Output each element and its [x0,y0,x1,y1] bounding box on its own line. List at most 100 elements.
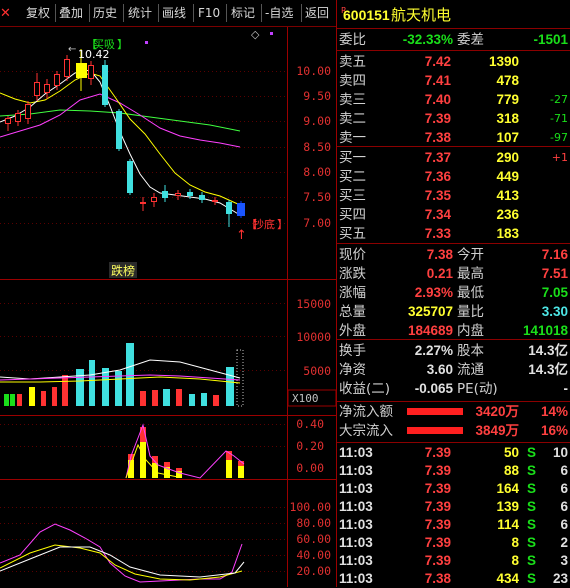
stats-value: -0.065 [414,381,453,396]
toolbar-divider [123,4,124,22]
tick-side: S [527,571,537,586]
stats-label: 股本 [457,343,484,359]
price-axis-label: 8.50 [303,140,331,154]
back-button[interactable]: 返回 [305,4,329,22]
order-book-row[interactable]: 买四 7.34 236 [337,206,570,224]
watchlist-button[interactable]: -自选 [265,4,293,22]
tick-count: 6 [560,499,568,514]
tick-side: S [527,463,537,478]
order-volume: 236 [496,207,519,222]
dip-buy-tag: ↑ 【 抄底 】 [236,217,288,243]
kline-chart[interactable]: 10.00 9.50 9.00 8.50 8.00 7.50 7.00 1500… [0,27,336,587]
tick-row[interactable]: 11:03 7.39 164 S 6 [337,480,570,498]
divider [337,28,570,29]
tick-volume: 139 [496,499,519,514]
close-icon[interactable]: ✕ [0,6,11,21]
kdj-k-line [0,523,243,583]
tick-side: S [527,517,537,532]
flow-row: 大宗流入 3849万 16% [337,422,570,440]
tick-row[interactable]: 11:03 7.39 139 S 6 [337,498,570,516]
tick-volume: 434 [496,571,519,586]
quote-label: 量比 [457,304,484,320]
order-book-row[interactable]: 卖二 7.39 318 -71 [337,110,570,128]
order-book-row[interactable]: 卖四 7.41 478 [337,72,570,90]
stock-header: R 600151 航天机电 [337,4,570,26]
history-button[interactable]: 历史 [93,4,117,22]
stats-value: - [563,381,569,396]
indicator-axis-label: 0.20 [296,439,324,453]
tick-row[interactable]: 11:03 7.39 50 S 10 [337,444,570,462]
marker-dot [145,41,148,44]
toolbar-divider [89,4,90,22]
order-book-row[interactable]: 买一 7.37 290 +1 [337,149,570,167]
diamond-icon[interactable]: ◇ [251,28,260,41]
overlay-button[interactable]: 叠加 [59,4,83,22]
tick-count: 23 [552,571,568,586]
stock-code: 600151 [343,7,390,23]
order-change: +1 [551,151,568,164]
tick-row[interactable]: 11:03 7.38 434 S 23 [337,570,570,588]
tick-row[interactable]: 11:03 7.39 8 S 2 [337,534,570,552]
stats-value: 2.27% [414,343,453,358]
quote-value: 2.93% [414,285,453,300]
volume-bars [4,343,244,407]
price-axis-label: 8.00 [303,165,331,179]
order-level-label: 卖二 [339,111,366,127]
volume-axis-label: 15000 [296,297,331,311]
order-volume: 183 [496,226,519,241]
tick-row[interactable]: 11:03 7.39 8 S 3 [337,552,570,570]
fuquan-button[interactable]: 复权 [26,4,50,22]
quote-value: 184689 [407,323,453,338]
order-level-label: 买五 [339,226,366,242]
statistics-button[interactable]: 统计 [128,4,152,22]
quote-value: 0.21 [426,266,453,281]
flow-label: 大宗流入 [339,423,393,439]
tick-side: S [527,445,537,460]
stats-label: 净资 [339,362,366,378]
buy-signal-tag: 【 买吸 】 [86,38,128,51]
order-change: -27 [550,93,568,106]
quote-value: 7.38 [426,247,453,262]
tick-count: 6 [560,481,568,496]
order-volume: 449 [496,169,519,184]
divider [337,339,570,340]
divider [337,50,570,51]
stock-name[interactable]: 航天机电 [391,4,451,26]
divider [337,146,570,147]
tick-price: 7.39 [424,553,451,568]
flow-percent: 16% [540,423,568,438]
mark-button[interactable]: 标记 [231,4,255,22]
quote-label: 今开 [457,247,484,263]
order-price: 7.33 [424,226,451,241]
stats-value: 3.60 [426,362,453,377]
order-book-row[interactable]: 卖三 7.40 779 -27 [337,91,570,109]
stats-label: 换手 [339,343,366,359]
tick-count: 3 [560,553,568,568]
order-book-row[interactable]: 买二 7.36 449 [337,168,570,186]
tick-row[interactable]: 11:03 7.39 88 S 6 [337,462,570,480]
order-level-label: 卖一 [339,130,366,146]
price-axis-label: 9.50 [303,89,331,103]
tick-count: 2 [560,535,568,550]
tick-time: 11:03 [339,481,373,496]
f10-button[interactable]: F10 [198,4,220,22]
tick-price: 7.39 [424,517,451,532]
flow-value: 3849万 [475,423,519,438]
order-book-row[interactable]: 卖五 7.42 1390 [337,53,570,71]
order-level-label: 卖四 [339,73,366,89]
toolbar-divider [261,4,262,22]
order-book-row[interactable]: 买五 7.33 183 [337,225,570,243]
draw-line-button[interactable]: 画线 [162,4,186,22]
order-book-row[interactable]: 卖一 7.38 107 -97 [337,129,570,147]
tick-side: S [527,535,537,550]
tick-row[interactable]: 11:03 7.39 114 S 6 [337,516,570,534]
tick-time: 11:03 [339,553,373,568]
order-price: 7.39 [424,111,451,126]
tick-time: 11:03 [339,535,373,550]
order-book-row[interactable]: 买三 7.35 413 [337,187,570,205]
stats-label: 收益(二) [339,381,391,397]
kdj-d-line [0,544,243,581]
quote-panel: R 600151 航天机电 委比 -32.33% 委差 -1501 卖五 7.42… [336,0,570,587]
toolbar-divider [158,4,159,22]
order-price: 7.36 [424,169,451,184]
